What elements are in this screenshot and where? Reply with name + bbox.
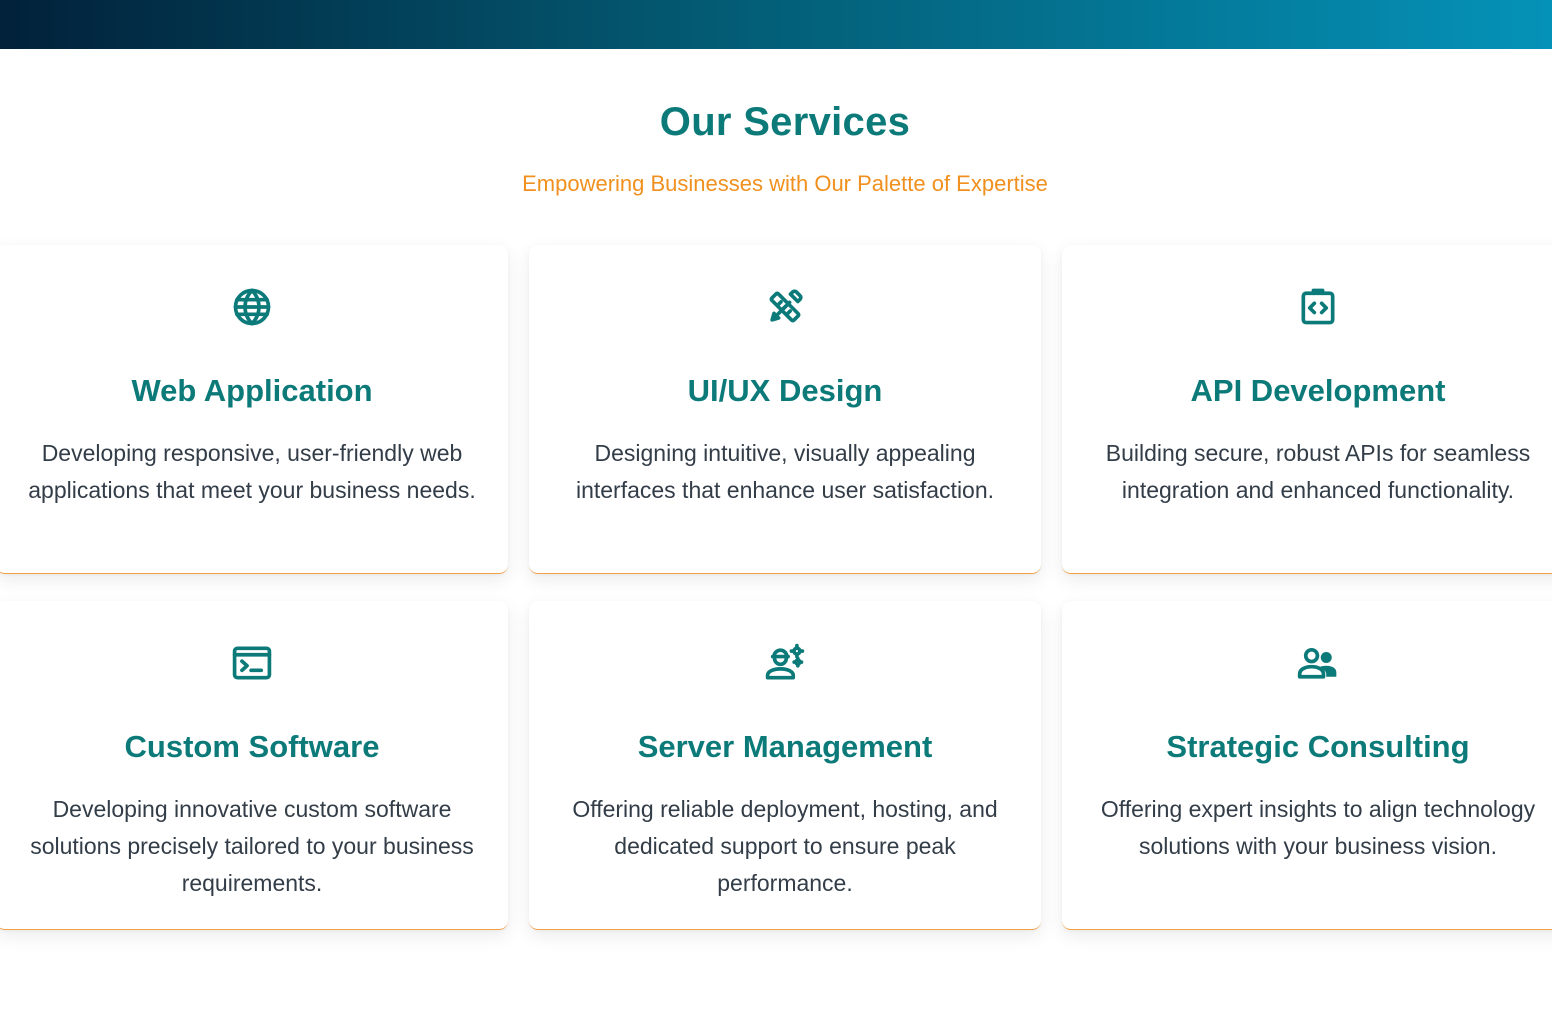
service-title: Web Application <box>131 373 373 408</box>
service-description: Offering reliable deployment, hosting, a… <box>572 796 998 896</box>
engineer-gear-icon <box>763 641 807 685</box>
terminal-icon <box>230 641 274 685</box>
service-description: Developing innovative custom software so… <box>30 796 474 896</box>
service-card-api-development[interactable]: API Development Building secure, robust … <box>1062 245 1552 574</box>
service-card-strategic-consulting[interactable]: Strategic Consulting Offering expert ins… <box>1062 601 1552 930</box>
service-card-ui-ux-design[interactable]: UI/UX Design Designing intuitive, visual… <box>529 245 1041 574</box>
service-description: Developing responsive, user-friendly web… <box>28 440 476 503</box>
design-tools-icon <box>763 285 807 329</box>
service-title: Server Management <box>637 729 933 764</box>
section-subtitle: Empowering Businesses with Our Palette o… <box>522 171 1048 196</box>
api-code-icon <box>1296 285 1340 329</box>
top-header-bar <box>0 0 1552 49</box>
service-title: Custom Software <box>124 729 380 764</box>
service-card-server-management[interactable]: Server Management Offering reliable depl… <box>529 601 1041 930</box>
service-card-web-application[interactable]: Web Application Developing responsive, u… <box>0 245 508 574</box>
service-card-custom-software[interactable]: Custom Software Developing innovative cu… <box>0 601 508 930</box>
people-icon <box>1296 641 1340 685</box>
section-title: Our Services <box>659 100 911 144</box>
service-description: Designing intuitive, visually appealing … <box>575 440 995 503</box>
service-title: API Development <box>1190 373 1446 408</box>
service-title: UI/UX Design <box>687 373 883 408</box>
globe-icon <box>230 285 274 329</box>
service-title: Strategic Consulting <box>1166 729 1470 764</box>
service-description: Building secure, robust APIs for seamles… <box>1105 440 1531 503</box>
service-description: Offering expert insights to align techno… <box>1100 796 1536 859</box>
